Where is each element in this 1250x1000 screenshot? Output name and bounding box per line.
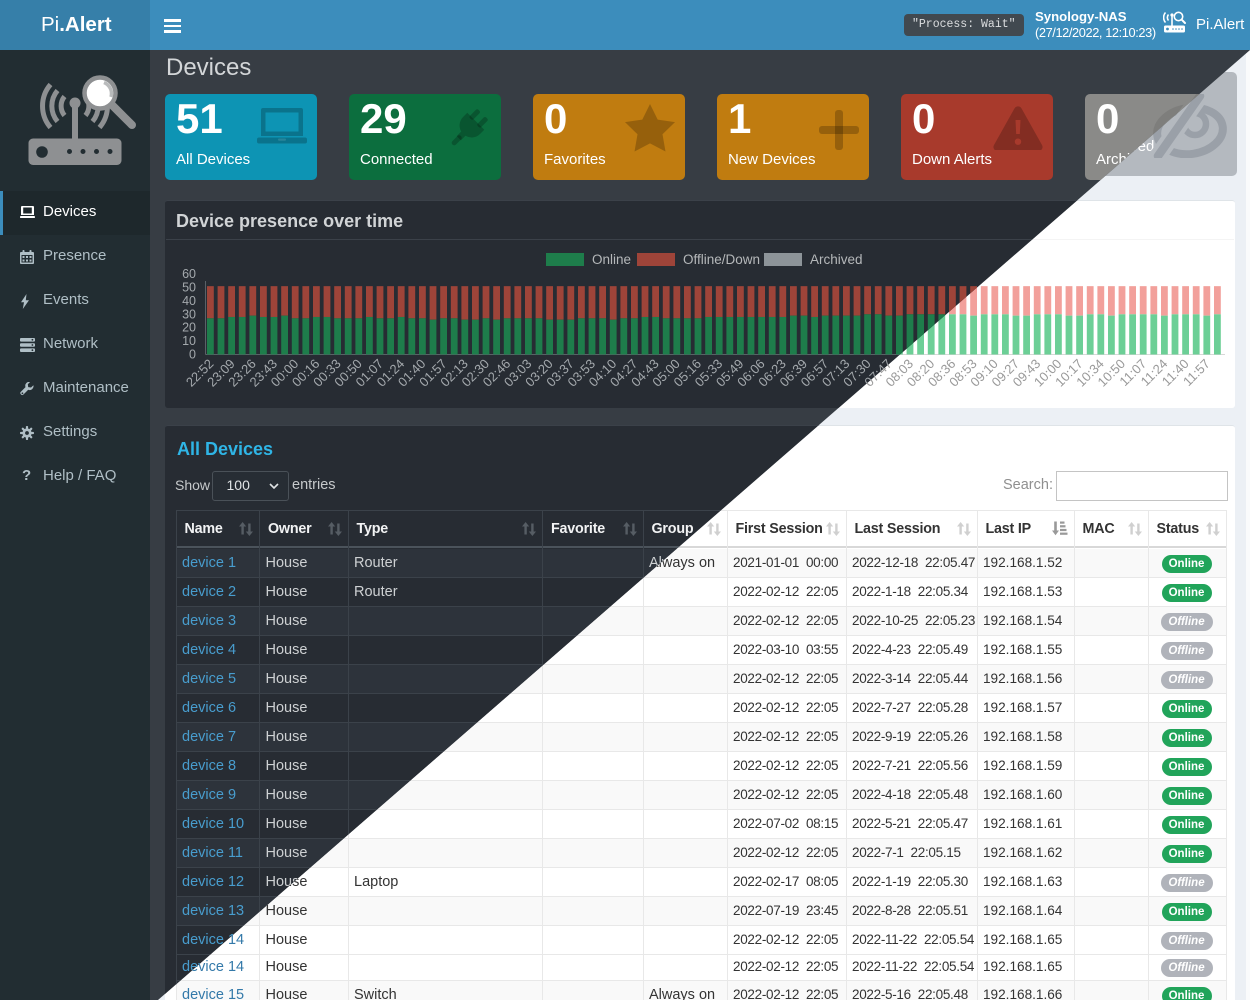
svg-text:40: 40 [182, 294, 196, 308]
svg-text:20: 20 [182, 321, 196, 335]
svg-text:10: 10 [182, 334, 196, 348]
svg-text:0: 0 [189, 348, 196, 362]
svg-text:30: 30 [182, 307, 196, 321]
svg-text:60: 60 [182, 267, 196, 281]
svg-text:50: 50 [182, 281, 196, 295]
